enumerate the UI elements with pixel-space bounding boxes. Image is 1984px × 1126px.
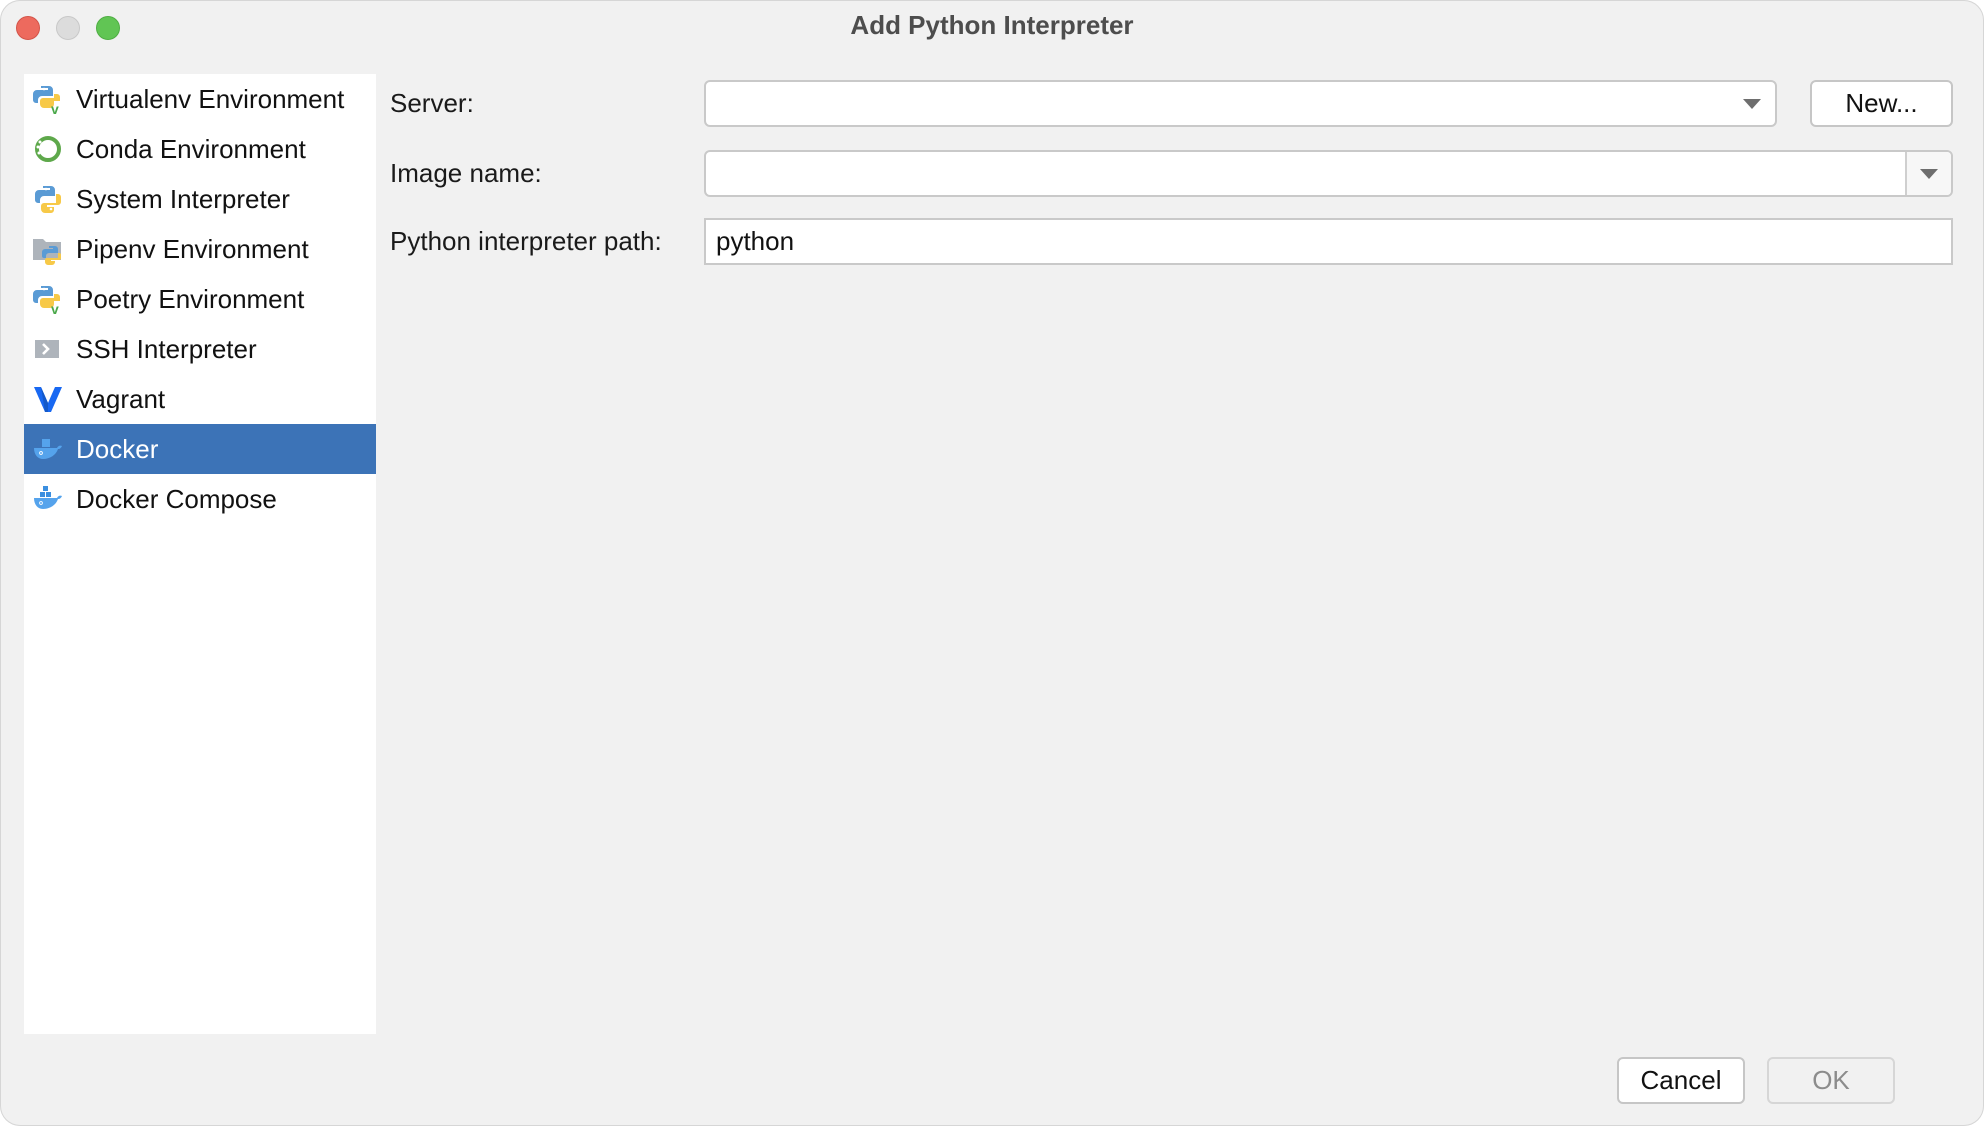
sidebar-item-docker-compose[interactable]: Docker Compose bbox=[24, 474, 376, 524]
conda-icon bbox=[35, 136, 61, 162]
sidebar-item-label: System Interpreter bbox=[76, 184, 290, 214]
new-server-button[interactable]: New... bbox=[1810, 80, 1953, 127]
server-label: Server: bbox=[390, 88, 474, 118]
svg-text:v: v bbox=[51, 101, 59, 115]
chevron-down-icon bbox=[1920, 169, 1938, 179]
vagrant-icon bbox=[34, 387, 62, 412]
sidebar-item-ssh[interactable]: SSH Interpreter bbox=[24, 324, 376, 374]
poetry-icon: v bbox=[33, 286, 60, 315]
server-combobox[interactable] bbox=[704, 80, 1777, 127]
cancel-button[interactable]: Cancel bbox=[1617, 1057, 1745, 1104]
sidebar-item-system-interpreter[interactable]: System Interpreter bbox=[24, 174, 376, 224]
sidebar-item-poetry[interactable]: v Poetry Environment bbox=[24, 274, 376, 324]
image-name-label: Image name: bbox=[390, 158, 542, 188]
sidebar-item-conda[interactable]: Conda Environment bbox=[24, 124, 376, 174]
sidebar-item-docker[interactable]: Docker bbox=[24, 424, 376, 474]
image-name-combobox[interactable] bbox=[704, 150, 1953, 197]
pipenv-icon bbox=[33, 239, 61, 265]
ok-button[interactable]: OK bbox=[1767, 1057, 1895, 1104]
svg-text:v: v bbox=[51, 301, 59, 315]
docker-compose-icon bbox=[34, 486, 62, 509]
sidebar-item-vagrant[interactable]: Vagrant bbox=[24, 374, 376, 424]
python-icon bbox=[35, 186, 61, 213]
sidebar-item-label: Poetry Environment bbox=[76, 284, 305, 314]
add-python-interpreter-dialog: Add Python Interpreter v Virtualenv Envi… bbox=[0, 0, 1984, 1126]
sidebar-item-label: SSH Interpreter bbox=[76, 334, 257, 364]
sidebar-item-label: Pipenv Environment bbox=[76, 234, 309, 264]
python-path-label: Python interpreter path: bbox=[390, 226, 662, 256]
sidebar-item-label: Vagrant bbox=[76, 384, 166, 414]
sidebar-item-label: Virtualenv Environment bbox=[76, 84, 345, 114]
docker-icon bbox=[34, 439, 62, 459]
virtualenv-icon: v bbox=[33, 86, 60, 115]
python-path-input[interactable]: python bbox=[704, 218, 1953, 265]
sidebar-item-label: Conda Environment bbox=[76, 134, 306, 164]
ssh-terminal-icon bbox=[35, 340, 59, 358]
sidebar-item-virtualenv[interactable]: v Virtualenv Environment bbox=[24, 74, 376, 124]
sidebar-item-label: Docker bbox=[76, 434, 159, 464]
image-name-dropdown-button[interactable] bbox=[1905, 152, 1951, 195]
chevron-down-icon bbox=[1743, 99, 1761, 109]
sidebar-item-label: Docker Compose bbox=[76, 484, 277, 514]
dialog-title: Add Python Interpreter bbox=[850, 10, 1134, 40]
sidebar-item-pipenv[interactable]: Pipenv Environment bbox=[24, 224, 376, 274]
interpreter-type-list: v Virtualenv Environment Conda Environme… bbox=[24, 74, 376, 1034]
